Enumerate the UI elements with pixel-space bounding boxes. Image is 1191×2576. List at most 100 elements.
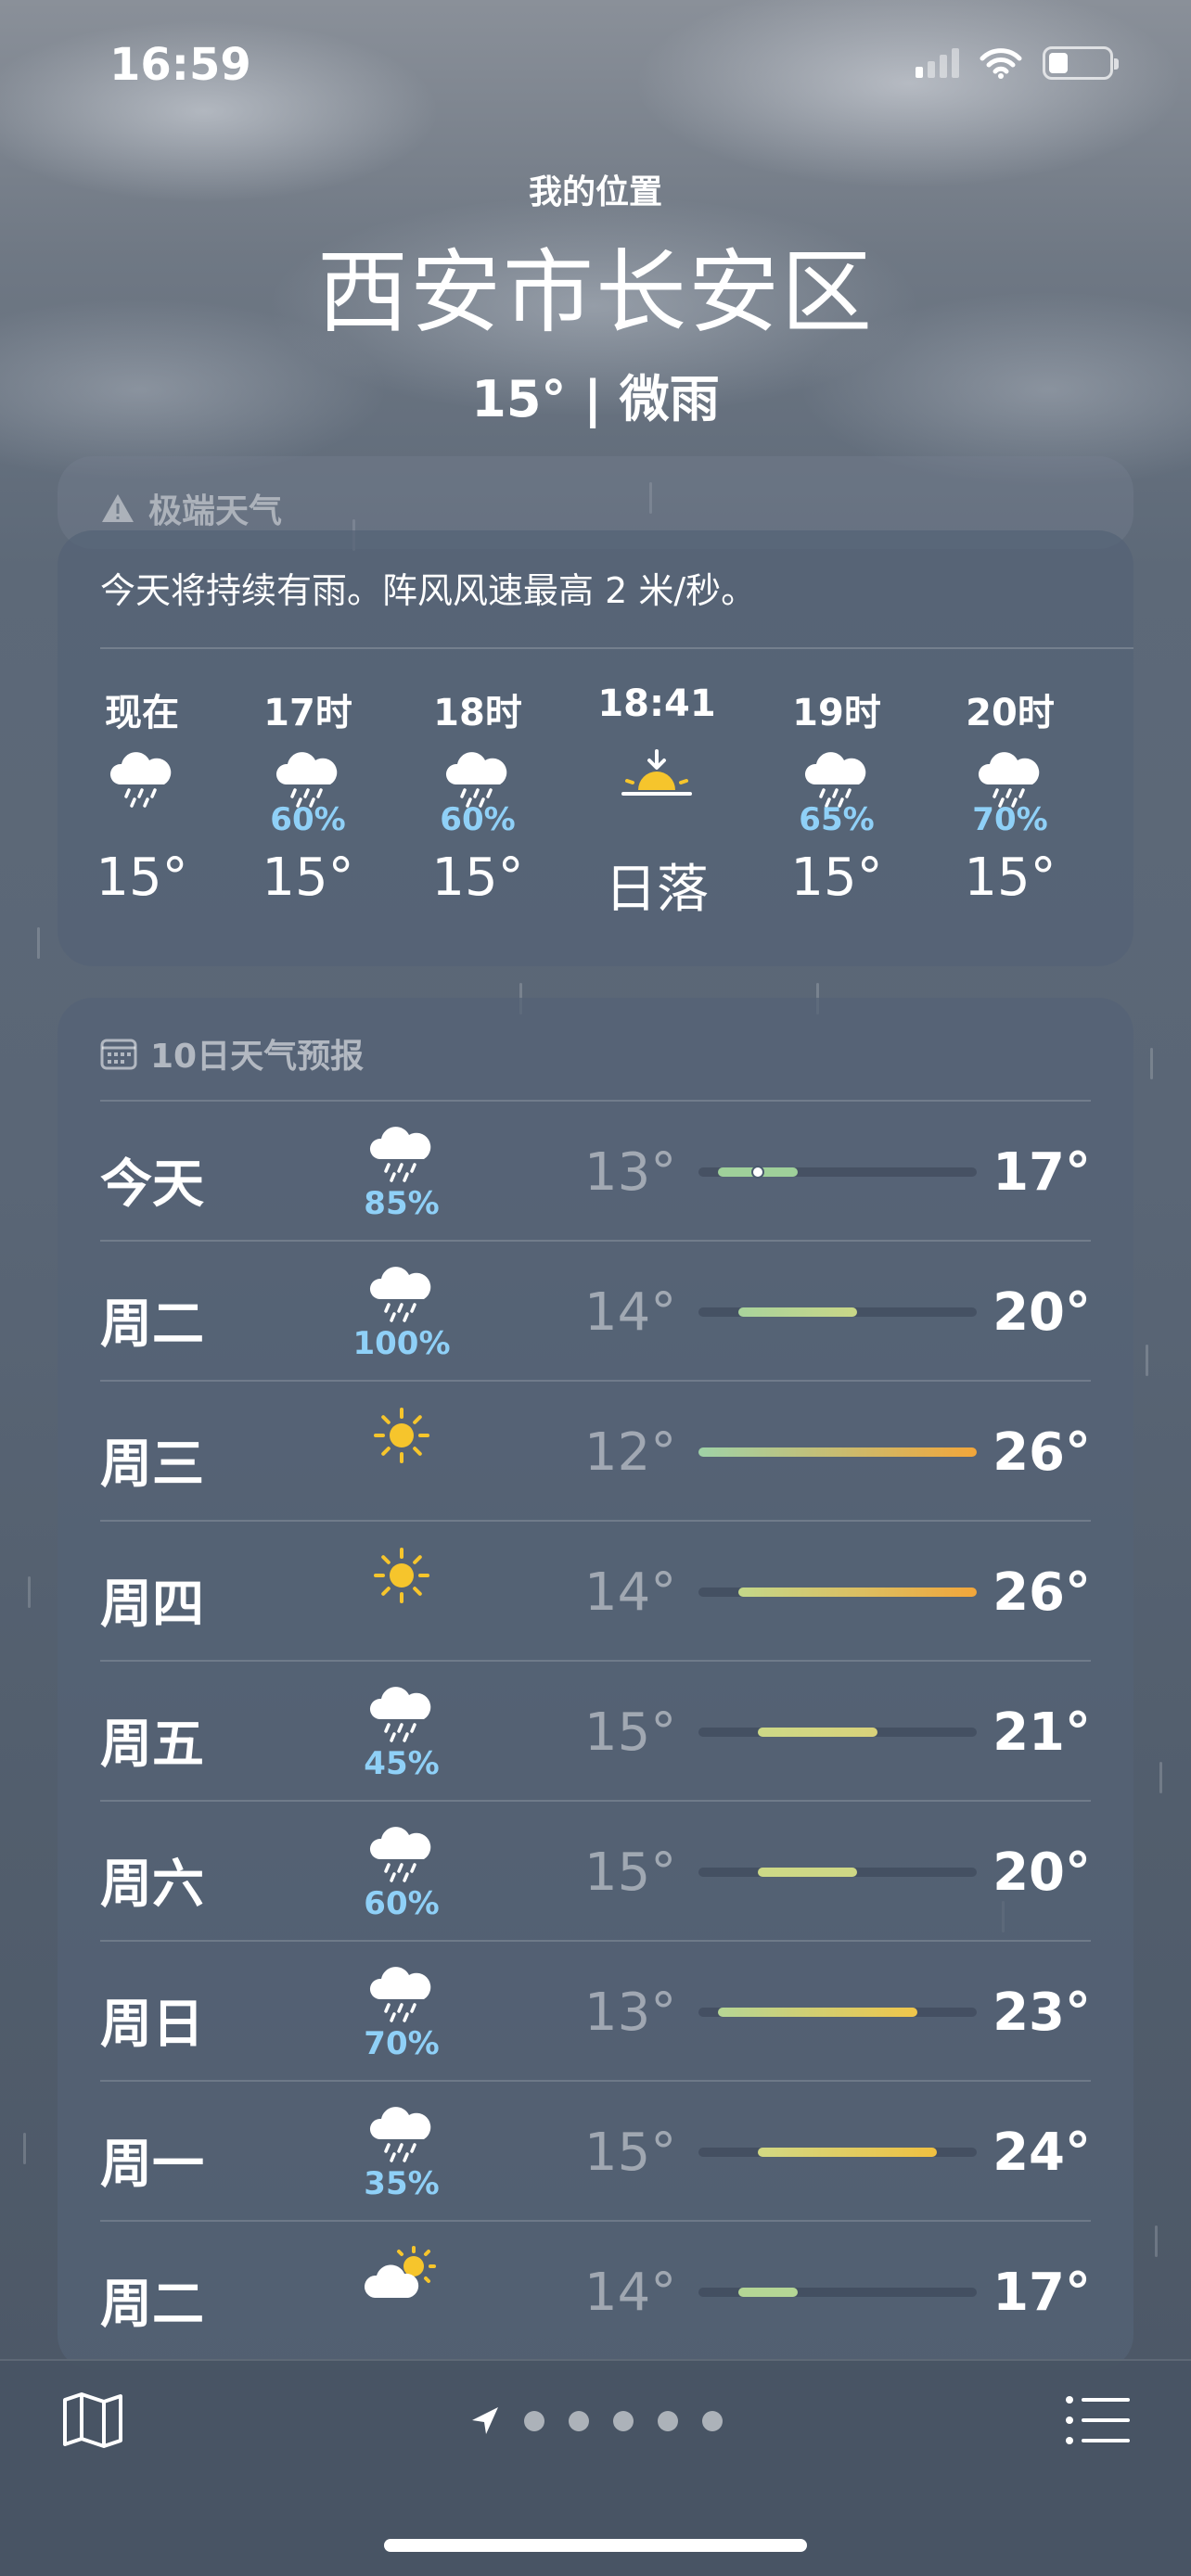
temperature-range-track: [698, 1588, 977, 1597]
day-icon: 60%: [341, 1818, 462, 1922]
hour-precipitation: [583, 801, 731, 838]
rain-cloud-icon: [369, 1687, 431, 1742]
rain-cloud-icon: [109, 752, 172, 808]
day-icon: [341, 1538, 462, 1605]
list-icon[interactable]: [1065, 2394, 1130, 2446]
day-precipitation: 60%: [364, 1885, 440, 1922]
cellular-signal-icon: [916, 48, 959, 78]
home-indicator[interactable]: [384, 2539, 807, 2552]
page-dot[interactable]: [569, 2411, 589, 2431]
daily-forecast-row[interactable]: 今天 85% 13° 17°: [100, 1100, 1091, 1240]
day-precipitation: 100%: [352, 1325, 451, 1362]
day-label: 今天: [100, 1154, 204, 1215]
temperature-range-track: [698, 1166, 977, 1179]
hour-icon: [583, 749, 731, 801]
calendar-icon: [100, 1039, 137, 1070]
rain-streak: [23, 2133, 26, 2164]
hour-temperature: 15°: [790, 848, 883, 908]
day-label: 周六: [100, 1855, 204, 1915]
rain-cloud-icon: [369, 2107, 431, 2162]
hour-label: 19时: [792, 692, 881, 734]
page-dot[interactable]: [613, 2411, 634, 2431]
day-label: 周日: [100, 1995, 204, 2055]
hour-temperature: 15°: [96, 848, 188, 908]
temperature-range-track: [698, 2008, 977, 2017]
hourly-item: 18时 60% 15°: [403, 682, 552, 908]
low-temperature: 13°: [584, 1983, 677, 2043]
rain-streak: [1159, 1762, 1162, 1793]
day-precipitation: 70%: [364, 2025, 440, 2062]
low-temperature: 15°: [584, 1702, 677, 1763]
partly-sunny-icon: [364, 2246, 436, 2298]
status-icons: [916, 46, 1119, 80]
city-name: 西安市长安区: [316, 240, 874, 346]
location-header: 我的位置 西安市长安区 15° | 微雨: [0, 165, 1191, 431]
ten-day-forecast-title: 10日天气预报: [150, 1038, 365, 1076]
high-temperature: 20°: [992, 1843, 1091, 1903]
low-temperature: 15°: [584, 2123, 677, 2183]
sunset-icon: [621, 749, 692, 796]
rain-streak: [1150, 1048, 1153, 1079]
hour-icon: [234, 749, 382, 808]
daily-forecast-row[interactable]: 周二 100% 14° 20°: [100, 1240, 1091, 1380]
warning-icon: [102, 494, 134, 522]
daily-forecast-row[interactable]: 周二 14° 17°: [100, 2220, 1091, 2360]
daily-forecast-row[interactable]: 周四 14° 26°: [100, 1520, 1091, 1660]
temperature-range-track: [698, 1307, 977, 1317]
day-label: 周一: [100, 2135, 204, 2195]
hour-temperature: 15°: [964, 848, 1057, 908]
low-temperature: 13°: [584, 1142, 677, 1203]
high-temperature: 17°: [992, 1142, 1091, 1203]
location-arrow-icon[interactable]: [468, 2405, 500, 2437]
status-time: 16:59: [109, 39, 251, 91]
row-divider: [100, 1660, 1091, 1662]
sun-icon: [374, 1408, 429, 1463]
hour-label: 18:41: [597, 682, 716, 725]
divider: [100, 647, 1133, 649]
hour-icon: [403, 749, 552, 808]
day-label: 周二: [100, 1294, 204, 1355]
high-temperature: 20°: [992, 1282, 1091, 1343]
day-label: 周五: [100, 1715, 204, 1775]
daily-forecast-row[interactable]: 周日 70% 13° 23°: [100, 1940, 1091, 2080]
daily-forecast-row[interactable]: 周六 60% 15° 20°: [100, 1800, 1091, 1940]
daily-forecast-row[interactable]: 周五 45% 15° 21°: [100, 1660, 1091, 1800]
temperature-range-track: [698, 1447, 977, 1457]
temperature-range-track: [698, 1728, 977, 1737]
battery-icon: [1043, 46, 1119, 80]
hour-precipitation: 60%: [440, 801, 516, 838]
temperature-range-bar: [737, 2288, 799, 2297]
high-temperature: 23°: [992, 1983, 1091, 2043]
row-divider: [100, 1800, 1091, 1802]
hour-label: 20时: [966, 692, 1055, 734]
location-label: 我的位置: [528, 173, 662, 211]
day-icon: 70%: [341, 1958, 462, 2062]
temperature-range-bar: [698, 1447, 977, 1457]
rain-streak: [1155, 2225, 1158, 2257]
high-temperature: 26°: [992, 1562, 1091, 1623]
temperature-range-bar: [758, 1868, 858, 1877]
page-dot[interactable]: [524, 2411, 544, 2431]
temperature-range-track: [698, 1868, 977, 1877]
hour-precipitation: 70%: [972, 801, 1048, 838]
page-dot[interactable]: [658, 2411, 678, 2431]
hour-icon: [762, 749, 911, 808]
daily-forecast-row[interactable]: 周一 35% 15° 24°: [100, 2080, 1091, 2220]
rain-cloud-icon: [445, 752, 507, 808]
hourly-item: 19时 65% 15°: [762, 682, 911, 908]
row-divider: [100, 1380, 1091, 1382]
page-indicator[interactable]: [0, 2405, 1191, 2437]
wifi-icon: [980, 48, 1022, 79]
high-temperature: 26°: [992, 1422, 1091, 1483]
temperature-range-track: [698, 2148, 977, 2157]
day-precipitation: 85%: [364, 1185, 440, 1222]
hourly-item: 18:41 日落: [583, 682, 731, 923]
high-temperature: 21°: [992, 1702, 1091, 1763]
row-divider: [100, 1100, 1091, 1102]
high-temperature: 17°: [992, 2263, 1091, 2323]
daily-forecast-row[interactable]: 周三 12° 26°: [100, 1380, 1091, 1520]
day-icon: [341, 1398, 462, 1465]
row-divider: [100, 1940, 1091, 1942]
page-dot[interactable]: [702, 2411, 723, 2431]
hourly-item: 20时 70% 15°: [936, 682, 1084, 908]
